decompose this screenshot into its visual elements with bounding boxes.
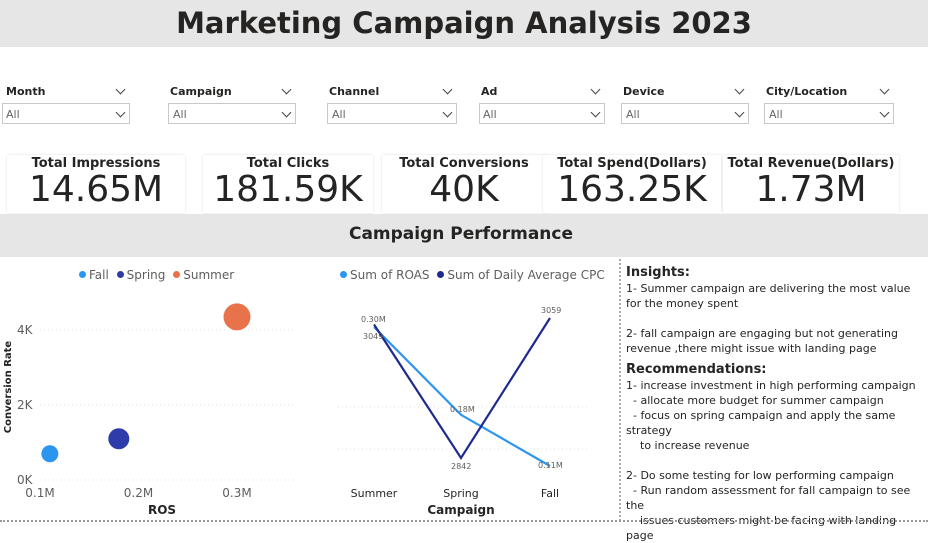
slicer-channel-dropdown[interactable] [327,103,457,124]
slicer-city-location-dropdown[interactable] [764,103,894,124]
x-axis-title: ROS [148,503,176,517]
series-line-cpc [373,317,551,461]
kpi-value: 1.73M [755,169,867,210]
chevron-down-icon [281,84,292,95]
data-label-roas: 0.11M [538,461,563,470]
kpi-value: 14.65M [28,169,164,210]
section-title: Campaign Performance [348,224,574,244]
bottom-divider [0,520,928,522]
chevron-down-icon [442,84,453,95]
slicer-ad-label: Ad [481,85,498,98]
y-tick-label: 2K [17,398,34,412]
slicer-city-location-label: City/Location [766,85,848,98]
x-tick-label: Summer [351,487,398,500]
scatter-point-spring [108,428,130,450]
recommendations-heading: Recommendations: [626,362,767,377]
kpi-value: 163.25K [557,169,707,210]
data-label-roas: 0.30M [361,315,386,324]
x-tick-label: 0.2M [124,486,153,500]
kpi-card-impressions: Total Impressions 14.65M [7,155,185,213]
y-tick-label: 0K [17,473,34,487]
y-axis-title: Conversion Rate [3,341,14,434]
slicer-city-location-value: All [769,108,783,121]
chevron-down-icon [115,84,126,95]
slicer-ad-dropdown[interactable] [479,103,605,124]
scatter-point-summer [223,303,251,331]
x-tick-label: 0.1M [25,486,54,500]
data-label-cpc: 2842 [451,462,471,471]
kpi-card-clicks: Total Clicks 181.59K [203,155,373,213]
slicer-device-dropdown[interactable] [621,103,749,124]
insights-text: 1- Summer campaign are delivering the mo… [626,282,911,355]
slicer-device-value: All [626,108,640,121]
data-label-roas: 0.18M [450,405,475,414]
slicer-channel[interactable]: Channel All [321,81,461,127]
x-tick-label: 0.3M [222,486,251,500]
kpi-card-conversions: Total Conversions 40K [382,155,546,213]
scatter-chart: 0K 2K 4K 0.1M 0.2M 0.3M ROS Conversion Rate [3,303,296,517]
slicer-month[interactable]: Month All [0,81,134,127]
kpi-value: 181.59K [213,169,363,210]
data-label-cpc: 3049 [363,332,383,341]
data-label-cpc: 3059 [541,306,561,315]
series-line-roas [373,326,551,467]
slicer-month-value: All [6,108,20,121]
slicer-channel-label: Channel [329,85,380,98]
x-axis-title: Campaign [427,503,494,517]
slicer-device-label: Device [623,85,665,98]
slicer-campaign[interactable]: Campaign All [162,81,300,127]
x-tick-label: Fall [541,487,559,500]
scatter-point-fall [41,445,59,463]
slicer-channel-value: All [332,108,346,121]
slicer-month-dropdown[interactable] [2,103,130,124]
scatter-chart-panel[interactable]: Fall Spring Summer 0K 2K 4K 0.1M 0.2M 0.3M R… [0,259,302,520]
slicer-campaign-dropdown[interactable] [168,103,296,124]
slicer-ad[interactable]: Ad All [473,81,609,127]
chevron-down-icon [734,84,745,95]
slicer-month-label: Month [6,85,46,98]
page-title: Marketing Campaign Analysis 2023 [176,6,752,40]
slicer-ad-value: All [483,108,497,121]
line-chart: 0.30M 0.18M 0.11M 3049 2842 3059 Summer Spring… [338,306,588,517]
kpi-card-spend: Total Spend(Dollars) 163.25K [543,155,721,213]
panel-divider [619,259,621,521]
recommendations-text: 1- increase investment in high performin… [626,379,916,542]
chevron-down-icon [590,84,601,95]
kpi-card-revenue: Total Revenue(Dollars) 1.73M [723,155,899,213]
chevron-down-icon [879,84,890,95]
slicer-device[interactable]: Device All [615,81,753,127]
kpi-value: 40K [429,169,499,210]
insights-panel: Insights: 1- Summer campaign are deliver… [622,261,924,542]
line-chart-panel[interactable]: Sum of ROAS Sum of Daily Average CPC 0.3… [308,259,618,520]
x-tick-label: Spring [443,487,479,500]
y-tick-label: 4K [17,323,34,337]
slicer-campaign-label: Campaign [170,85,232,98]
insights-heading: Insights: [626,265,690,280]
slicer-city-location[interactable]: City/Location All [758,81,898,127]
slicer-campaign-value: All [173,108,187,121]
